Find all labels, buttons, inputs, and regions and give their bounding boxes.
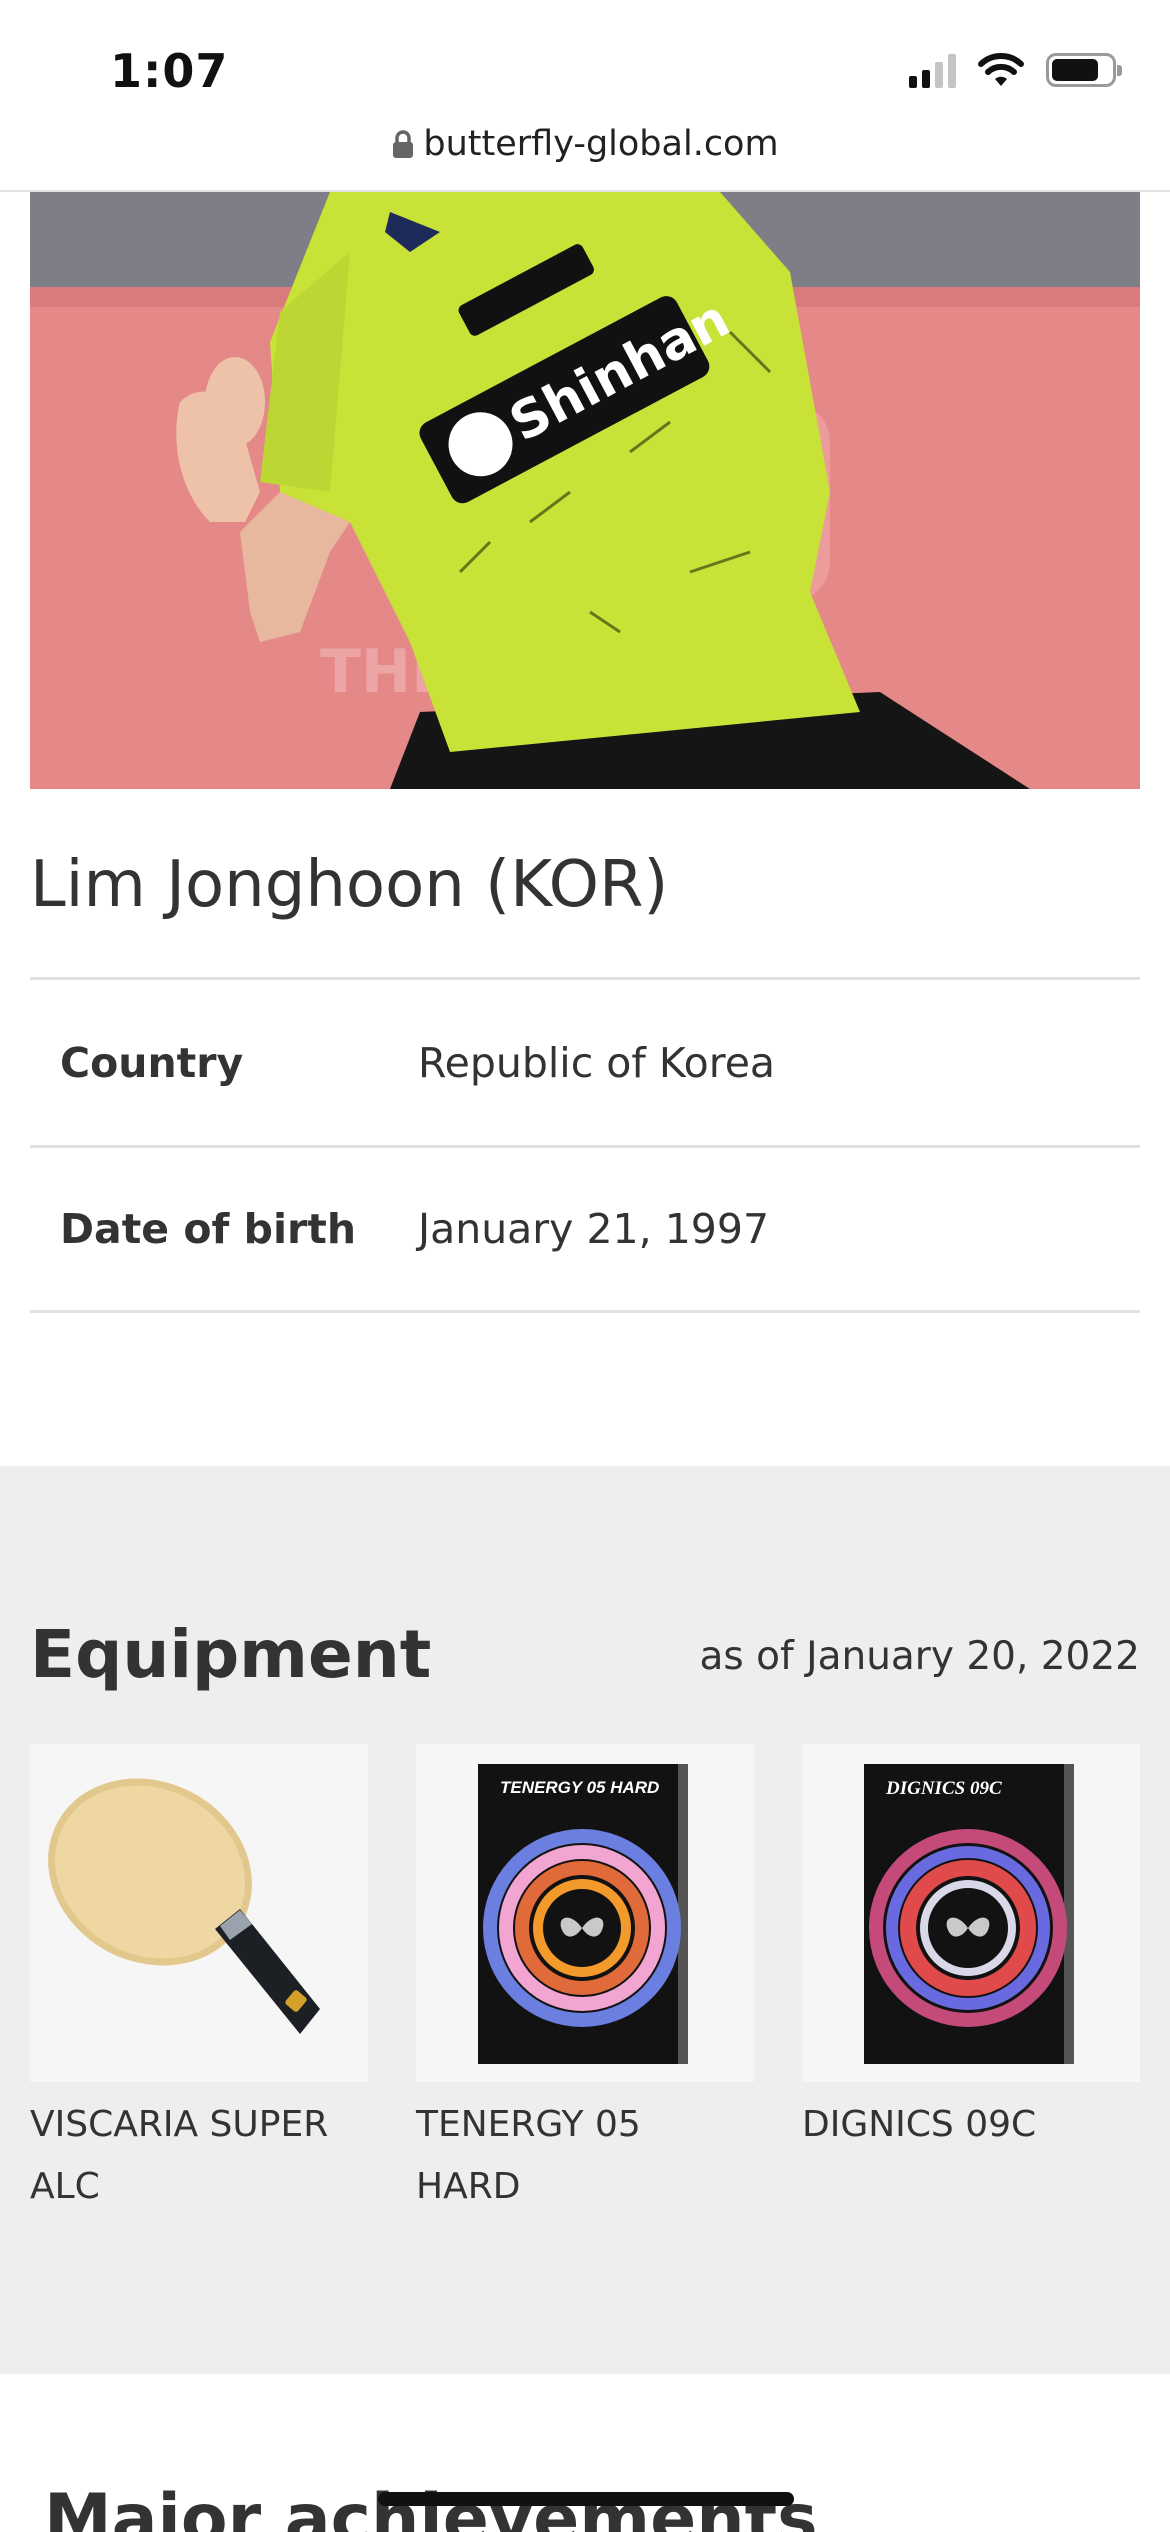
player-photo-illustration: THE Shinhan — [30, 192, 1140, 789]
status-icons — [909, 52, 1122, 88]
equipment-item-forehand-rubber[interactable]: TENERGY 05 HARD TENERGY 05 HARD — [416, 1744, 754, 2218]
info-label: Date of birth — [60, 1205, 357, 1253]
equipment-item-name[interactable]: VISCARIA SUPER ALC — [30, 2094, 368, 2218]
equipment-item-blade[interactable]: VISCARIA SUPER ALC — [30, 1744, 368, 2218]
status-bar: 1:07 — [0, 0, 1170, 120]
player-info-table: Country Republic of Korea Date of birth … — [30, 977, 1140, 1313]
player-name: Lim Jonghoon (KOR) — [30, 848, 669, 922]
equipment-title: Equipment — [30, 1616, 432, 1693]
battery-icon — [1046, 53, 1122, 87]
info-label: Country — [60, 1038, 244, 1087]
info-row-date-of-birth: Date of birth January 21, 1997 — [30, 1145, 1140, 1313]
lock-icon — [393, 130, 414, 158]
equipment-item-backhand-rubber[interactable]: DIGNICS 09C DIGNICS 09C — [802, 1744, 1140, 2156]
equipment-item-name[interactable]: TENERGY 05 HARD — [416, 2094, 754, 2218]
rubber-package-icon[interactable]: DIGNICS 09C — [802, 1744, 1140, 2082]
player-photo: THE Shinhan — [30, 192, 1140, 789]
package-label: DIGNICS 09C — [886, 1778, 1002, 1799]
info-row-country: Country Republic of Korea — [30, 977, 1140, 1145]
cellular-signal-icon — [909, 52, 956, 88]
package-label: TENERGY 05 HARD — [500, 1778, 660, 1797]
equipment-item-name[interactable]: DIGNICS 09C — [802, 2094, 1140, 2156]
equipment-section: Equipment as of January 20, 2022 VISCARI… — [0, 1466, 1170, 2374]
rubber-package-icon[interactable]: TENERGY 05 HARD — [416, 1744, 754, 2082]
wifi-icon — [978, 53, 1024, 86]
home-indicator[interactable] — [378, 2492, 794, 2506]
info-value: January 21, 1997 — [418, 1205, 770, 1253]
racket-blade-icon[interactable] — [30, 1744, 368, 2082]
status-time: 1:07 — [110, 44, 229, 98]
equipment-as-of-date: as of January 20, 2022 — [699, 1634, 1140, 1679]
url-text: butterfly-global.com — [423, 124, 779, 164]
achievements-title: Major achievements — [44, 2480, 818, 2532]
address-bar[interactable]: butterfly-global.com — [0, 124, 1170, 164]
info-value: Republic of Korea — [418, 1038, 776, 1087]
